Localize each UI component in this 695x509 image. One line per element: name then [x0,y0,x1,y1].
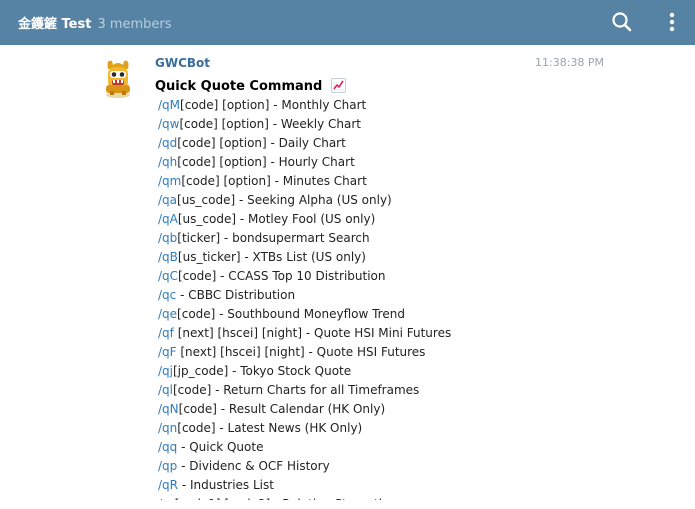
chat-name[interactable]: 金鑊鏟 Test [18,17,91,32]
command-link[interactable]: /qB [158,250,178,264]
command-line: /qp - Dividenc & OCF History [158,457,451,476]
chat-header: 金鑊鏟 Test 3 members [0,0,695,45]
bot-avatar[interactable] [101,55,135,99]
command-line: /qn[code] - Latest News (HK Only) [158,419,451,438]
command-line: /ql[code] - Return Charts for all Timefr… [158,381,451,400]
command-link[interactable]: /qr [158,497,175,500]
more-vertical-icon [669,12,675,32]
command-line: /qM[code] [option] - Monthly Chart [158,96,451,115]
command-link[interactable]: /qC [158,269,178,283]
command-link[interactable]: /qb [158,231,177,245]
command-description: - Quick Quote [177,440,264,454]
command-description: - Industries List [178,478,274,492]
command-line: /qm[code] [option] - Minutes Chart [158,172,451,191]
command-description: [code] [option] - Hourly Chart [177,155,355,169]
command-description: [code] - Result Calendar (HK Only) [178,402,386,416]
command-description: - Dividenc & OCF History [177,459,330,473]
bot-avatar-icon [106,60,130,98]
command-line: /qr[code1] [code2] - Relative Strength [158,495,451,500]
command-link[interactable]: /qa [158,193,177,207]
command-link[interactable]: /qe [158,307,177,321]
command-link[interactable]: /qj [158,364,173,378]
command-line: /qe[code] - Southbound Moneyflow Trend [158,305,451,324]
chat-title[interactable]: 金鑊鏟 Test 3 members [18,13,172,32]
command-list: /qM[code] [option] - Monthly Chart/qw[co… [158,96,451,500]
command-link[interactable]: /qq [158,440,177,454]
command-description: [code] [option] - Monthly Chart [180,98,367,112]
command-link[interactable]: /qp [158,459,177,473]
command-link[interactable]: /qw [158,117,179,131]
command-description: [us_ticker] - XTBs List (US only) [177,250,366,264]
message-title: Quick Quote Command [155,78,346,94]
command-line: /qc - CBBC Distribution [158,286,451,305]
command-description: [us_code] - Seeking Alpha (US only) [177,193,392,207]
command-description: - CBBC Distribution [176,288,296,302]
command-link[interactable]: /qF [158,345,177,359]
command-description: [code] [option] - Weekly Chart [179,117,361,131]
command-line: /qR - Industries List [158,476,451,495]
command-description: [ticker] - bondsupermart Search [177,231,370,245]
command-link[interactable]: /qn [158,421,177,435]
command-line: /qB[us_ticker] - XTBs List (US only) [158,248,451,267]
command-description: [jp_code] - Tokyo Stock Quote [173,364,352,378]
command-line: /qw[code] [option] - Weekly Chart [158,115,451,134]
command-link[interactable]: /qd [158,136,177,150]
command-description: [next] [hscei] [night] - Quote HSI Futur… [176,345,426,359]
command-description: [code] [option] - Minutes Chart [181,174,367,188]
command-line: /qd[code] [option] - Daily Chart [158,134,451,153]
command-description: [code] - Southbound Moneyflow Trend [177,307,405,321]
command-description: [code] [option] - Daily Chart [177,136,346,150]
command-line: /qh[code] [option] - Hourly Chart [158,153,451,172]
message-timestamp: 11:38:38 PM [535,56,605,69]
search-button[interactable] [610,10,634,34]
command-link[interactable]: /qM [158,98,180,112]
command-line: /qA[us_code] - Motley Fool (US only) [158,210,451,229]
command-line: /qC[code] - CCASS Top 10 Distribution [158,267,451,286]
chart-increasing-icon [330,78,346,93]
search-icon [612,12,632,32]
command-link[interactable]: /qA [158,212,178,226]
command-description: [code1] [code2] - Relative Strength [175,497,387,500]
command-line: /qf [next] [hscei] [night] - Quote HSI M… [158,324,451,343]
command-line: /qN[code] - Result Calendar (HK Only) [158,400,451,419]
command-description: [code] - Latest News (HK Only) [177,421,363,435]
command-link[interactable]: /qh [158,155,177,169]
command-link[interactable]: /qN [158,402,179,416]
command-line: /qq - Quick Quote [158,438,451,457]
message-history[interactable]: GWCBot 11:38:38 PM Quick Quote Command /… [0,45,695,500]
command-description: [code] - CCASS Top 10 Distribution [178,269,386,283]
command-link[interactable]: /ql [158,383,173,397]
message-title-text: Quick Quote Command [155,79,323,94]
message-sender[interactable]: GWCBot [155,56,210,70]
command-link[interactable]: /qc [158,288,176,302]
command-line: /qj[jp_code] - Tokyo Stock Quote [158,362,451,381]
command-description: [code] - Return Charts for all Timeframe… [173,383,420,397]
command-description: [us_code] - Motley Fool (US only) [177,212,376,226]
command-line: /qb[ticker] - bondsupermart Search [158,229,451,248]
command-line: /qa[us_code] - Seeking Alpha (US only) [158,191,451,210]
member-count[interactable]: 3 members [97,17,171,32]
command-link[interactable]: /qm [158,174,181,188]
more-menu-button[interactable] [661,10,683,34]
command-link[interactable]: /qf [158,326,174,340]
command-line: /qF [next] [hscei] [night] - Quote HSI F… [158,343,451,362]
command-link[interactable]: /qR [158,478,178,492]
command-description: [next] [hscei] [night] - Quote HSI Mini … [173,326,452,340]
